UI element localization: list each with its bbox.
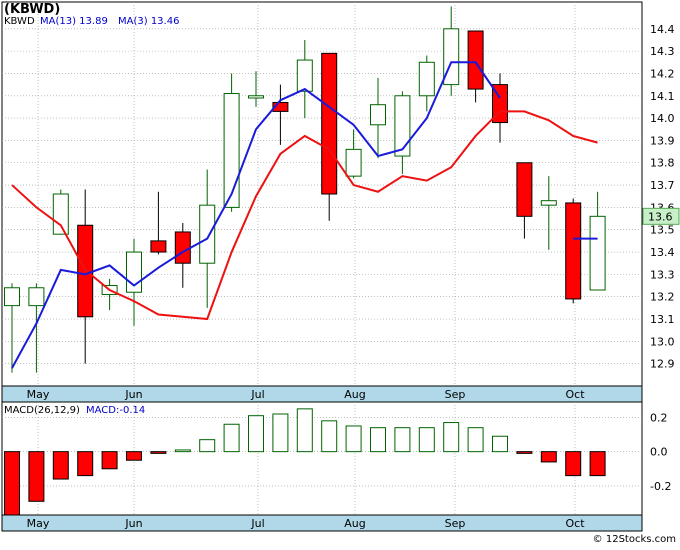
macd-x-tick-label: Sep (445, 517, 466, 530)
macd-bar-positive (443, 422, 460, 453)
price-y-tick-label: 12.9 (650, 358, 675, 371)
candle-down (174, 231, 191, 264)
macd-bar-positive (345, 425, 362, 453)
kbwd-chart: 12.9 13.0 13.1 13.2 13.3 13.4 13.513.6 13.7 13.8… (1, 1, 680, 545)
candle-down (321, 52, 338, 195)
macd-date-band (1, 514, 643, 532)
candle-down (516, 162, 533, 217)
candle-up (589, 215, 606, 291)
macd-bar-negative (565, 451, 582, 477)
candle-down (467, 30, 484, 90)
price-y-tick-label: 14.2 (650, 67, 675, 80)
macd-bar-positive (223, 423, 240, 453)
candle-up (394, 95, 411, 157)
chart-credit: © 12Stocks.com (593, 534, 676, 545)
price-y-tick-label: 13.3 (650, 268, 675, 281)
price-x-tick-label: Jun (124, 388, 142, 401)
candle-up (296, 59, 313, 92)
macd-y-tick-label: 0.2 (650, 411, 668, 424)
candle-up (4, 287, 20, 307)
macd-x-tick-label: Jul (250, 517, 264, 530)
macd-bar-positive (418, 427, 435, 453)
macd-x-tick-label: Jun (124, 517, 142, 530)
last-price-label: 13.6 (648, 210, 673, 223)
macd-y-tick-label: 0.0 (650, 446, 668, 459)
price-y-tick-label: 13.1 (650, 313, 675, 326)
macd-bar-negative (28, 451, 45, 502)
candle-down (565, 202, 582, 300)
macd-bar-negative (52, 451, 69, 480)
price-y-tick-label: 14.4 (650, 23, 675, 36)
macd-bar-positive (467, 427, 484, 453)
macd-legend-title: MACD(26,12,9) (4, 405, 80, 416)
macd-bar-negative (4, 451, 20, 516)
candle-up (223, 93, 240, 208)
price-y-tick-label: 13.2 (650, 291, 675, 304)
candle-up (28, 287, 45, 307)
candle-up (199, 204, 216, 264)
chart-title: (KBWD) (4, 2, 60, 17)
macd-legend-value: MACD:-0.14 (86, 405, 145, 416)
candle-up (345, 148, 362, 177)
price-y-tick-label: 13.4 (650, 246, 675, 259)
macd-bar-positive (321, 420, 338, 453)
macd-x-tick-label: Aug (344, 517, 365, 530)
price-y-tick-label: 13.9 (650, 134, 675, 147)
candle-up (418, 61, 435, 97)
candle-up (540, 200, 557, 206)
macd-bar-positive (272, 413, 289, 453)
candle-up (248, 95, 264, 99)
price-y-tick-label: 14.3 (650, 45, 675, 58)
macd-bar-positive (296, 408, 313, 453)
macd-bar-positive (199, 439, 216, 453)
macd-bar-negative (77, 451, 94, 477)
price-x-tick-label: Sep (445, 388, 466, 401)
price-y-tick-label: 14.1 (650, 90, 675, 103)
candle-up (52, 193, 69, 235)
macd-bar-negative (516, 451, 533, 454)
price-date-band (1, 385, 643, 403)
macd-bar-positive (370, 427, 386, 453)
price-y-tick-label: 13.5 (650, 224, 675, 237)
price-y-tick-label: 13.0 (650, 335, 675, 348)
macd-bar-positive (174, 449, 191, 453)
candle-up (370, 104, 386, 126)
macd-x-tick-label: May (27, 517, 50, 530)
legend-kbwd: KBWD (4, 16, 35, 27)
macd-y-tick-label: -0.2 (650, 480, 671, 493)
macd-bar-positive (394, 427, 411, 453)
price-x-tick-label: Jul (250, 388, 264, 401)
price-y-tick-label: 13.8 (650, 157, 675, 170)
macd-bar-negative (101, 451, 118, 470)
legend-ma3: MA(3) 13.46 (118, 16, 179, 27)
candle-down (150, 240, 167, 253)
price-y-tick-label: 14.0 (650, 112, 675, 125)
legend-ma13: MA(13) 13.89 (40, 16, 108, 27)
price-y-tick-label: 13.7 (650, 179, 675, 192)
macd-bar-negative (589, 451, 606, 477)
macd-bar-negative (540, 451, 557, 463)
macd-bar-positive (248, 415, 264, 453)
macd-bar-negative (126, 451, 142, 461)
macd-x-tick-label: Oct (565, 517, 585, 530)
macd-bar-negative (150, 451, 167, 454)
macd-bar-positive (492, 435, 508, 453)
chart-root: 12.9 13.0 13.1 13.2 13.3 13.4 13.513.6 13.7 13.8… (0, 0, 680, 546)
price-x-tick-label: Aug (344, 388, 365, 401)
price-x-tick-label: Oct (565, 388, 585, 401)
price-x-tick-label: May (27, 388, 50, 401)
